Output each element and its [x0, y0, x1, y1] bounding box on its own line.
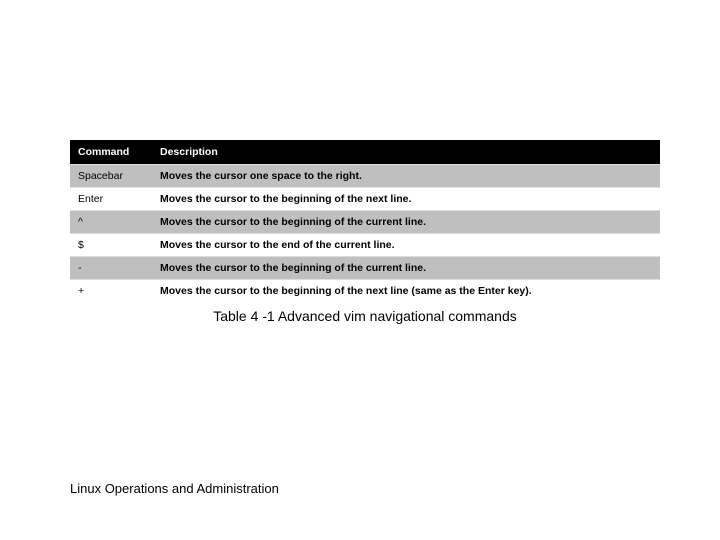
- table-row: Spacebar Moves the cursor one space to t…: [70, 165, 660, 188]
- table-container: Command Description Spacebar Moves the c…: [70, 140, 660, 324]
- cell-description: Moves the cursor to the beginning of the…: [152, 280, 660, 303]
- header-description: Description: [152, 140, 660, 165]
- cell-description: Moves the cursor one space to the right.: [152, 165, 660, 188]
- cell-description: Moves the cursor to the end of the curre…: [152, 234, 660, 257]
- table-row: ^ Moves the cursor to the beginning of t…: [70, 211, 660, 234]
- cell-description: Moves the cursor to the beginning of the…: [152, 211, 660, 234]
- cell-command: Enter: [70, 188, 152, 211]
- table-header-row: Command Description: [70, 140, 660, 165]
- cell-description: Moves the cursor to the beginning of the…: [152, 257, 660, 280]
- cell-description: Moves the cursor to the beginning of the…: [152, 188, 660, 211]
- cell-command: Spacebar: [70, 165, 152, 188]
- vim-commands-table: Command Description Spacebar Moves the c…: [70, 140, 660, 302]
- cell-command: -: [70, 257, 152, 280]
- table-row: Enter Moves the cursor to the beginning …: [70, 188, 660, 211]
- footer-text: Linux Operations and Administration: [70, 481, 279, 496]
- table-row: + Moves the cursor to the beginning of t…: [70, 280, 660, 303]
- cell-command: $: [70, 234, 152, 257]
- cell-command: +: [70, 280, 152, 303]
- table-row: $ Moves the cursor to the end of the cur…: [70, 234, 660, 257]
- table-caption: Table 4 -1 Advanced vim navigational com…: [70, 308, 660, 324]
- cell-command: ^: [70, 211, 152, 234]
- table-row: - Moves the cursor to the beginning of t…: [70, 257, 660, 280]
- header-command: Command: [70, 140, 152, 165]
